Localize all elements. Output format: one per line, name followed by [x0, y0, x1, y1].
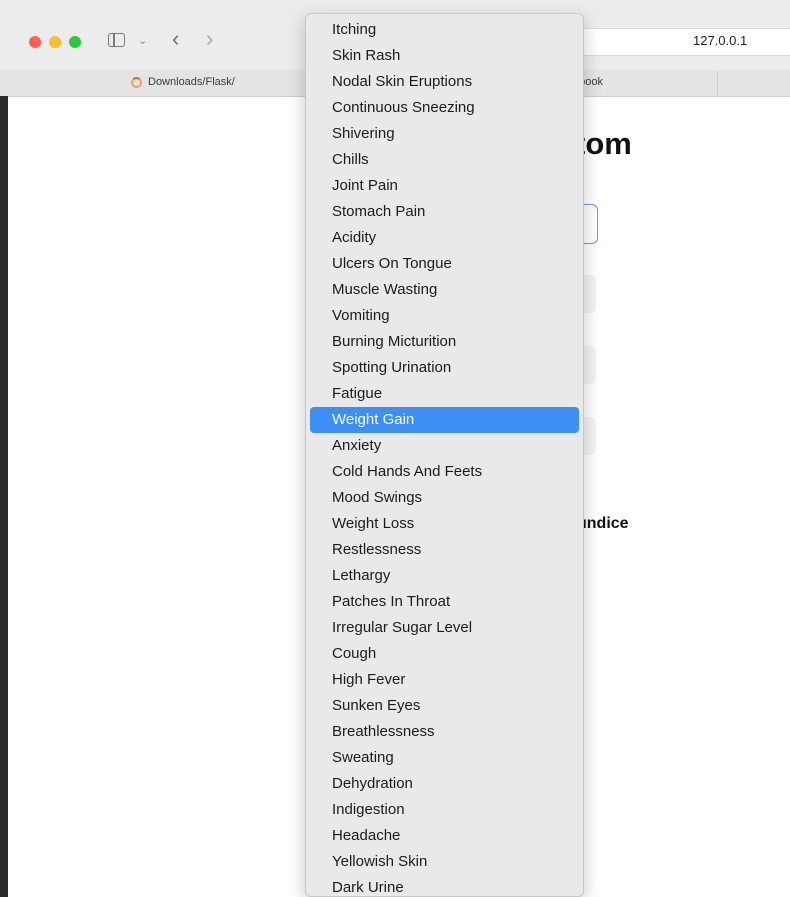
prediction-result: undice: [577, 515, 629, 532]
dropdown-option[interactable]: Itching: [310, 17, 579, 43]
dropdown-option[interactable]: Vomiting: [310, 303, 579, 329]
dropdown-options: Itching Skin Rash Nodal Skin Eruptions Cont…: [306, 17, 583, 896]
dropdown-option[interactable]: Yellowish Skin: [310, 849, 579, 875]
close-window-button[interactable]: [29, 36, 41, 48]
dropdown-option[interactable]: Acidity: [310, 225, 579, 251]
browser-window: ⌄ ‹ › 127.0.0.1 Downloads/Flask/ ebook t…: [0, 0, 790, 897]
dropdown-option[interactable]: Restlessness: [310, 537, 579, 563]
dropdown-option[interactable]: Cough: [310, 641, 579, 667]
dropdown-option[interactable]: Spotting Urination: [310, 355, 579, 381]
dropdown-option[interactable]: Indigestion: [310, 797, 579, 823]
dropdown-option[interactable]: Sweating: [310, 745, 579, 771]
dropdown-option[interactable]: High Fever: [310, 667, 579, 693]
dropdown-option[interactable]: Fatigue: [310, 381, 579, 407]
dropdown-option[interactable]: Patches In Throat: [310, 589, 579, 615]
dropdown-option[interactable]: Dehydration: [310, 771, 579, 797]
address-text[interactable]: 127.0.0.1: [693, 33, 747, 48]
address-bar[interactable]: [580, 28, 790, 56]
dropdown-option[interactable]: Nodal Skin Eruptions: [310, 69, 579, 95]
dropdown-option[interactable]: Irregular Sugar Level: [310, 615, 579, 641]
dropdown-option[interactable]: Chills: [310, 147, 579, 173]
dropdown-option[interactable]: Headache: [310, 823, 579, 849]
tab-divider: [717, 70, 718, 96]
dropdown-option[interactable]: Joint Pain: [310, 173, 579, 199]
dropdown-option[interactable]: Stomach Pain: [310, 199, 579, 225]
loading-spinner-icon: [131, 77, 142, 88]
dropdown-option[interactable]: Shivering: [310, 121, 579, 147]
dropdown-option[interactable]: Skin Rash: [310, 43, 579, 69]
window-edge: [0, 96, 8, 897]
dropdown-option[interactable]: Dark Urine: [310, 875, 579, 896]
dropdown-option[interactable]: Weight Gain: [310, 407, 579, 433]
dropdown-option[interactable]: Ulcers On Tongue: [310, 251, 579, 277]
dropdown-option[interactable]: Lethargy: [310, 563, 579, 589]
forward-arrow-icon[interactable]: ›: [206, 26, 213, 52]
dropdown-option[interactable]: Breathlessness: [310, 719, 579, 745]
dropdown-option[interactable]: Weight Loss: [310, 511, 579, 537]
dropdown-option[interactable]: Burning Micturition: [310, 329, 579, 355]
dropdown-option[interactable]: Sunken Eyes: [310, 693, 579, 719]
dropdown-option[interactable]: Continuous Sneezing: [310, 95, 579, 121]
sidebar-toggle-icon[interactable]: [108, 33, 125, 47]
dropdown-option[interactable]: Cold Hands And Feets: [310, 459, 579, 485]
minimize-window-button[interactable]: [49, 36, 61, 48]
dropdown-option[interactable]: Muscle Wasting: [310, 277, 579, 303]
tab-downloads-flask[interactable]: Downloads/Flask/: [148, 76, 235, 88]
zoom-window-button[interactable]: [69, 36, 81, 48]
back-arrow-icon[interactable]: ‹: [172, 26, 179, 52]
symptom-dropdown-menu[interactable]: Itching Skin Rash Nodal Skin Eruptions Cont…: [305, 13, 584, 897]
dropdown-option[interactable]: Mood Swings: [310, 485, 579, 511]
chevron-down-icon[interactable]: ⌄: [138, 34, 147, 47]
dropdown-option[interactable]: Anxiety: [310, 433, 579, 459]
